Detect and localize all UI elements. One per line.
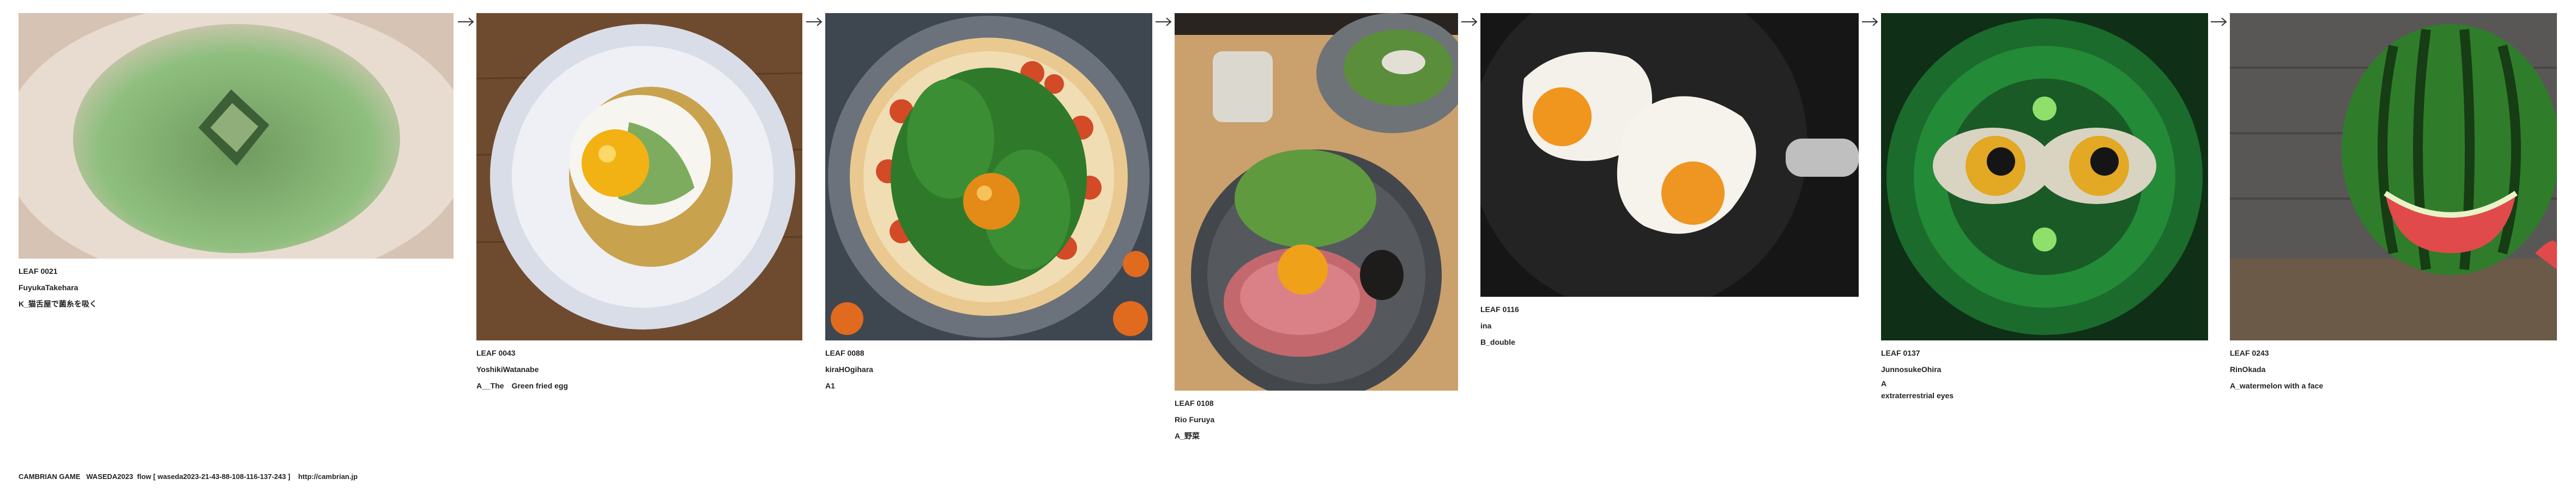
leaf-caption: K_猫舌屋で菌糸を吸く <box>19 300 97 308</box>
leaf-id: LEAF 0043 <box>476 349 516 357</box>
arrow-right-icon <box>1862 17 1878 26</box>
leaf-card-0116[interactable]: LEAF 0116 ina B_double <box>1480 13 1859 350</box>
leaf-card-0243[interactable]: LEAF 0243 RinOkada A_watermelon with a f… <box>2230 13 2557 394</box>
leaf-caption-line2: extraterrestrial eyes <box>1881 391 1954 400</box>
arrow-right-icon <box>2211 17 2227 26</box>
leaf-image-alien-eyes[interactable] <box>1881 13 2208 340</box>
leaf-author: JunnosukeOhira <box>1881 365 1942 374</box>
leaf-card-0137[interactable]: LEAF 0137 JunnosukeOhira A extraterrestr… <box>1881 13 2208 402</box>
leaf-image-green-pudding[interactable] <box>19 13 453 259</box>
leaf-id: LEAF 0108 <box>1175 399 1214 408</box>
footer-flow-info: CAMBRIAN GAME WASEDA2023 flow [ waseda20… <box>19 472 358 481</box>
leaf-image-green-pizza[interactable] <box>825 13 1152 340</box>
leaf-author: Rio Furuya <box>1175 415 1215 424</box>
leaf-author: ina <box>1480 321 1492 330</box>
leaf-author: RinOkada <box>2230 365 2266 374</box>
leaf-author: YoshikiWatanabe <box>476 365 539 374</box>
leaf-image-watermelon-face[interactable] <box>2230 13 2557 340</box>
leaf-image-fried-egg[interactable] <box>476 13 802 340</box>
leaf-card-0043[interactable]: LEAF 0043 YoshikiWatanabe A__The Green f… <box>476 13 802 394</box>
leaf-caption: A_野菜 <box>1175 432 1200 440</box>
leaf-id: LEAF 0116 <box>1480 305 1519 314</box>
leaf-id: LEAF 0243 <box>2230 349 2269 357</box>
leaf-card-0088[interactable]: LEAF 0088 kiraHOgihara A1 <box>825 13 1152 394</box>
leaf-caption: A__The Green fried egg <box>476 381 569 390</box>
leaf-caption: A <box>1881 379 1887 388</box>
leaf-image-eggs-in-pan[interactable] <box>1480 13 1859 297</box>
arrow-right-icon <box>1156 17 1172 26</box>
leaf-id: LEAF 0021 <box>19 267 58 276</box>
leaf-caption: A1 <box>825 381 835 390</box>
arrow-right-icon <box>806 17 823 26</box>
leaf-author: kiraHOgihara <box>825 365 873 374</box>
leaf-card-0021[interactable]: LEAF 0021 FuyukaTakehara K_猫舌屋で菌糸を吸く <box>19 13 453 312</box>
leaf-image-roast-beef-salad[interactable] <box>1175 13 1458 391</box>
leaf-id: LEAF 0088 <box>825 349 864 357</box>
leaf-caption: A_watermelon with a face <box>2230 381 2324 390</box>
arrow-right-icon <box>458 17 474 26</box>
leaf-id: LEAF 0137 <box>1881 349 1920 357</box>
arrow-right-icon <box>1461 17 1478 26</box>
leaf-caption: B_double <box>1480 338 1515 346</box>
leaf-card-0108[interactable]: LEAF 0108 Rio Furuya A_野菜 <box>1175 13 1458 444</box>
leaf-author: FuyukaTakehara <box>19 283 78 292</box>
